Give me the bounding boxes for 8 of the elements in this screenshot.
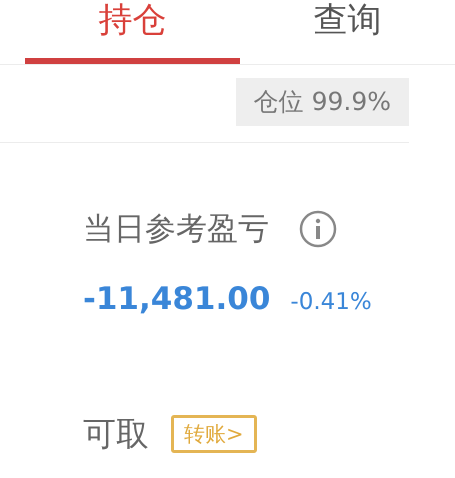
position-badge: 仓位 99.9% xyxy=(236,78,409,126)
daily-pnl-value: -11,481.00 xyxy=(83,280,270,319)
tab[interactable]: 持仓 xyxy=(25,0,240,64)
info-icon[interactable] xyxy=(299,210,337,248)
withdrawable-label: 可取 xyxy=(83,414,149,454)
daily-pnl-label: 当日参考盈亏 xyxy=(83,210,269,249)
daily-pnl-percent: -0.41% xyxy=(290,288,372,317)
tab[interactable]: 查询 xyxy=(240,0,455,64)
